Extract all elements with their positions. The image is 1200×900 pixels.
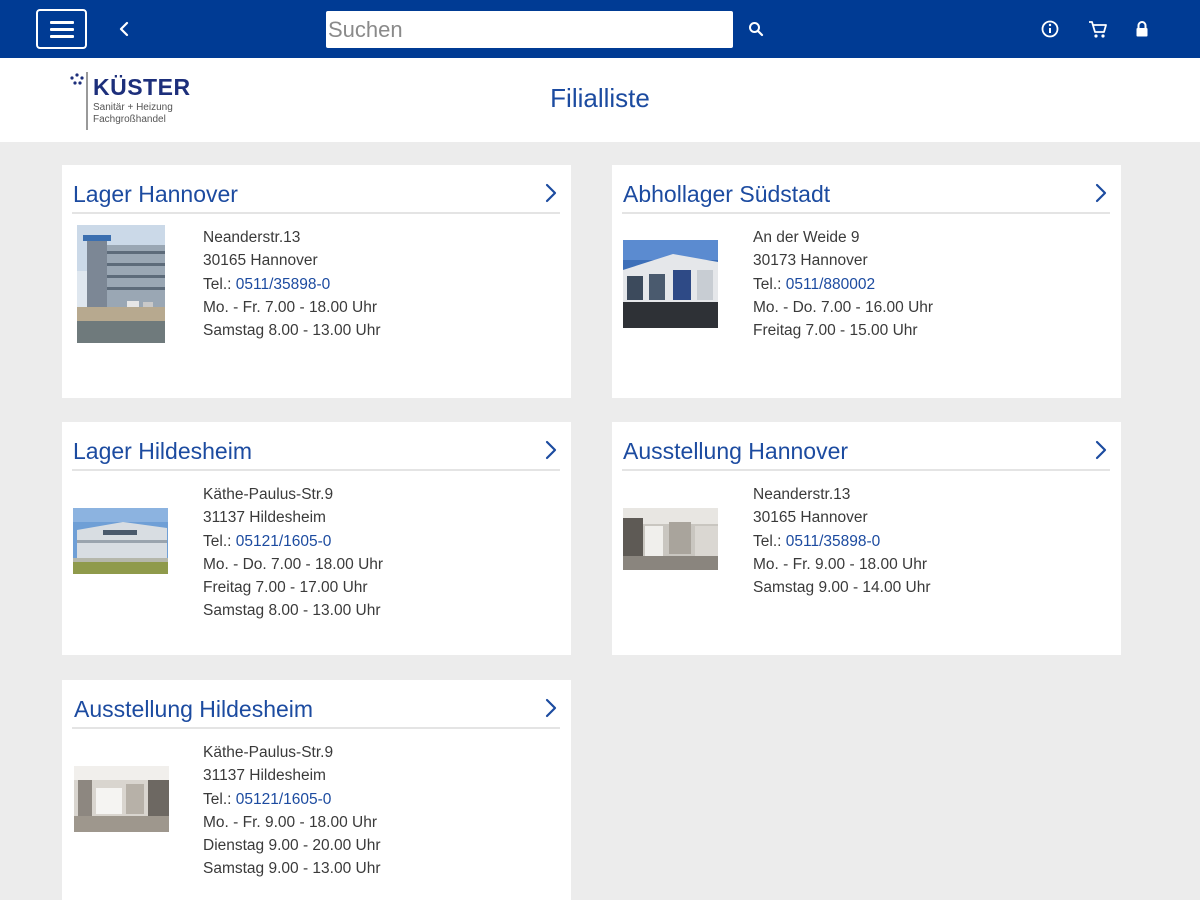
branch-photo — [623, 240, 718, 328]
top-navigation-bar — [0, 0, 1200, 58]
branch-street: Neanderstr.13 — [203, 229, 301, 246]
opening-hours: Dienstag 9.00 - 20.00 Uhr — [203, 837, 381, 855]
branch-street: An der Weide 9 — [753, 229, 860, 246]
phone-link[interactable]: 05121/1605-0 — [236, 791, 332, 808]
branch-card: Abhollager Südstadt An der Weide 9 30173… — [612, 165, 1121, 398]
phone-label: Tel.: — [753, 275, 782, 293]
branch-name: Lager Hildesheim — [73, 438, 252, 464]
branch-city: 30173 Hannover — [753, 252, 868, 270]
opening-hours: Mo. - Fr. 7.00 - 18.00 Uhr — [203, 298, 378, 316]
opening-hours: Mo. - Do. 7.00 - 16.00 Uhr — [753, 298, 934, 316]
branch-name: Ausstellung Hildesheim — [74, 696, 314, 722]
branch-card-header[interactable]: Lager Hannover — [72, 177, 560, 214]
cart-button[interactable] — [1086, 17, 1110, 41]
branch-name: Lager Hannover — [73, 181, 238, 207]
branch-details: Käthe-Paulus-Str.9 31137 Hildesheim Tel.… — [203, 741, 381, 881]
menu-button[interactable] — [36, 9, 87, 49]
branch-card-header[interactable]: Ausstellung Hannover — [622, 434, 1110, 471]
branch-card: Lager Hannover Neanderstr.13 30165 Hanno… — [62, 165, 571, 398]
branch-city: 31137 Hildesheim — [203, 509, 326, 527]
branch-details: An der Weide 9 30173 Hannover Tel.: 0511… — [753, 226, 933, 342]
branch-street: Käthe-Paulus-Str.9 — [203, 744, 334, 761]
chevron-right-icon — [545, 183, 557, 203]
logo-tagline: Fachgroßhandel — [93, 114, 166, 125]
lock-button[interactable] — [1130, 17, 1154, 41]
branch-city: 30165 Hannover — [203, 252, 318, 270]
page-title: Filialliste — [550, 83, 650, 113]
branch-photo — [73, 508, 168, 574]
phone-link[interactable]: 0511/35898-0 — [786, 533, 881, 550]
opening-hours: Freitag 7.00 - 17.00 Uhr — [203, 579, 368, 597]
branch-phone-row: Tel.: 05121/1605-0 — [203, 788, 381, 811]
logo-brand-text: KÜSTER — [93, 74, 191, 100]
branch-phone-row: Tel.: 0511/35898-0 — [203, 273, 381, 296]
lock-icon — [1136, 21, 1148, 37]
branch-card-header[interactable]: Lager Hildesheim — [72, 434, 560, 471]
branch-details: Neanderstr.13 30165 Hannover Tel.: 0511/… — [203, 226, 381, 342]
phone-link[interactable]: 0511/880002 — [786, 276, 875, 293]
phone-link[interactable]: 0511/35898-0 — [236, 276, 331, 293]
branch-city: 30165 Hannover — [753, 509, 868, 527]
branch-phone-row: Tel.: 05121/1605-0 — [203, 530, 383, 553]
phone-label: Tel.: — [203, 275, 232, 293]
branch-street: Neanderstr.13 — [753, 486, 851, 503]
chevron-right-icon — [1095, 440, 1107, 460]
chevron-left-icon — [119, 21, 129, 37]
info-icon — [1041, 20, 1059, 38]
branch-photo — [623, 508, 718, 570]
back-button[interactable] — [112, 14, 136, 44]
branch-details: Neanderstr.13 30165 Hannover Tel.: 0511/… — [753, 483, 931, 599]
opening-hours: Mo. - Do. 7.00 - 18.00 Uhr — [203, 555, 384, 573]
opening-hours: Samstag 9.00 - 14.00 Uhr — [753, 579, 931, 597]
search-icon — [749, 22, 764, 37]
branch-photo — [74, 766, 169, 832]
opening-hours: Samstag 9.00 - 13.00 Uhr — [203, 860, 381, 878]
chevron-right-icon — [545, 698, 557, 718]
branch-city: 31137 Hildesheim — [203, 767, 326, 785]
chevron-right-icon — [545, 440, 557, 460]
cart-icon — [1089, 21, 1107, 38]
phone-label: Tel.: — [203, 532, 232, 550]
logo-tagline: Sanitär + Heizung — [93, 102, 173, 113]
search-input[interactable] — [326, 11, 733, 48]
kuester-logo[interactable]: KÜSTER Sanitär + Heizung Fachgroßhandel — [66, 68, 206, 132]
phone-label: Tel.: — [203, 790, 232, 808]
opening-hours: Mo. - Fr. 9.00 - 18.00 Uhr — [203, 813, 378, 831]
branch-card-header[interactable]: Ausstellung Hildesheim — [72, 692, 560, 729]
phone-label: Tel.: — [753, 532, 782, 550]
opening-hours: Mo. - Fr. 9.00 - 18.00 Uhr — [753, 555, 928, 573]
info-button[interactable] — [1038, 17, 1062, 41]
logo-mark-icon — [70, 72, 88, 130]
branch-name: Ausstellung Hannover — [623, 438, 849, 464]
branch-card: Ausstellung Hildesheim Käthe-Paulus-Str.… — [62, 680, 571, 900]
hamburger-menu-icon-bar — [50, 35, 74, 38]
branch-street: Käthe-Paulus-Str.9 — [203, 486, 334, 503]
branch-name: Abhollager Südstadt — [623, 181, 831, 207]
page-header: KÜSTER Sanitär + Heizung Fachgroßhandel … — [0, 58, 1200, 142]
branch-card-header[interactable]: Abhollager Südstadt — [622, 177, 1110, 214]
branch-details: Käthe-Paulus-Str.9 31137 Hildesheim Tel.… — [203, 483, 383, 623]
opening-hours: Samstag 8.00 - 13.00 Uhr — [203, 322, 381, 340]
branch-card: Lager Hildesheim Käthe-Paulus-Str.9 3113… — [62, 422, 571, 655]
opening-hours: Samstag 8.00 - 13.00 Uhr — [203, 602, 381, 620]
hamburger-menu-icon-bar — [50, 28, 74, 31]
branch-phone-row: Tel.: 0511/35898-0 — [753, 530, 931, 553]
branch-phone-row: Tel.: 0511/880002 — [753, 273, 933, 296]
opening-hours: Freitag 7.00 - 15.00 Uhr — [753, 322, 918, 340]
phone-link[interactable]: 05121/1605-0 — [236, 533, 332, 550]
search-button[interactable] — [744, 17, 768, 41]
branch-photo — [77, 225, 165, 343]
chevron-right-icon — [1095, 183, 1107, 203]
branch-card: Ausstellung Hannover Neanderstr.13 30165… — [612, 422, 1121, 655]
hamburger-menu-icon — [50, 21, 74, 24]
